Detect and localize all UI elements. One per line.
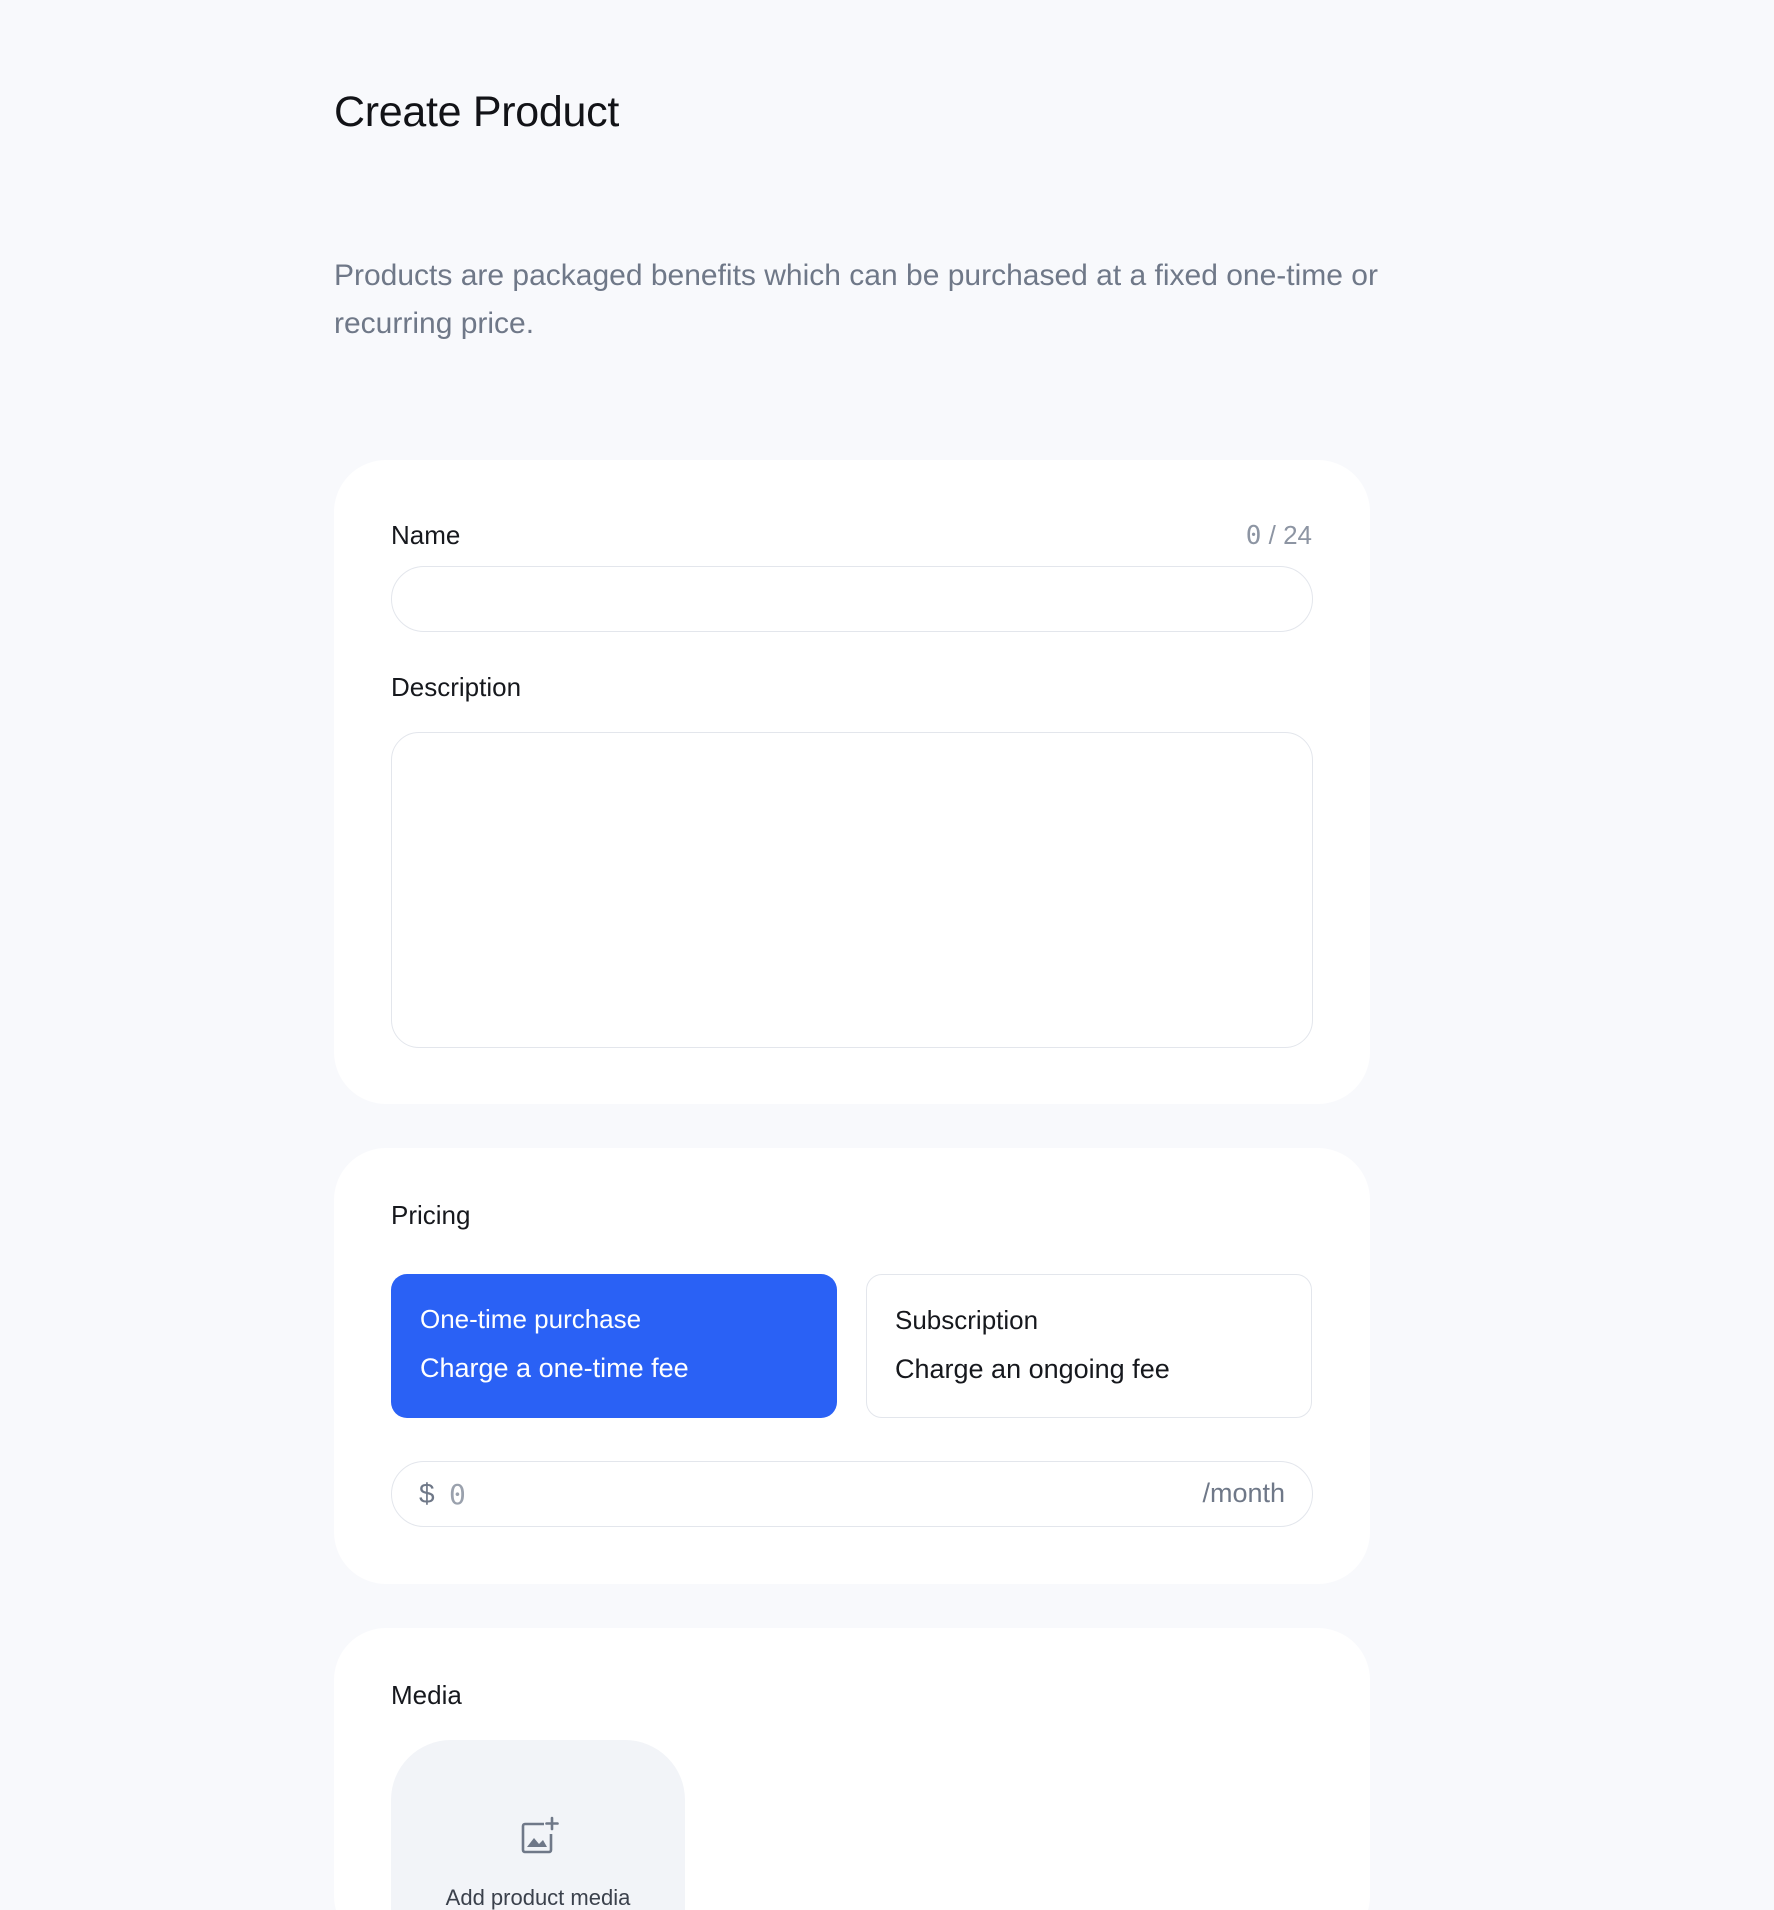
image-plus-icon xyxy=(521,1816,559,1854)
currency-symbol: $ xyxy=(419,1478,435,1509)
price-amount-placeholder: 0 xyxy=(449,1478,466,1511)
name-char-count: 0 / 24 xyxy=(1246,520,1312,551)
one-time-purchase-subtitle: Charge a one-time fee xyxy=(420,1353,689,1383)
subscription-option[interactable]: Subscription Charge an ongoing fee xyxy=(866,1274,1312,1418)
media-label: Media xyxy=(391,1680,462,1710)
pricing-card: Pricing One-time purchase Charge a one-t… xyxy=(334,1148,1370,1584)
page-title: Create Product xyxy=(334,88,620,136)
price-input[interactable]: $ 0 /month xyxy=(391,1461,1313,1527)
name-input[interactable] xyxy=(391,566,1313,632)
create-product-page: Create Product Products are packaged ben… xyxy=(0,0,1774,1910)
one-time-purchase-title: One-time purchase xyxy=(420,1304,642,1334)
pricing-label: Pricing xyxy=(391,1200,471,1230)
add-product-media-label: Add product media xyxy=(445,1885,631,1910)
media-card: Media Add product media xyxy=(334,1628,1370,1910)
details-card: Name 0 / 24 Description xyxy=(334,460,1370,1104)
one-time-purchase-option[interactable]: One-time purchase Charge a one-time fee xyxy=(391,1274,837,1418)
name-char-count-max: / 24 xyxy=(1261,520,1312,550)
description-textarea[interactable] xyxy=(391,732,1313,1048)
description-label: Description xyxy=(391,672,522,702)
price-interval: /month xyxy=(1202,1478,1285,1508)
name-char-count-current: 0 xyxy=(1245,521,1262,551)
subscription-subtitle: Charge an ongoing fee xyxy=(895,1354,1170,1384)
page-description: Products are packaged benefits which can… xyxy=(334,259,1378,340)
subscription-title: Subscription xyxy=(895,1305,1039,1335)
add-product-media-button[interactable]: Add product media xyxy=(391,1740,685,1910)
name-label: Name xyxy=(391,520,461,550)
